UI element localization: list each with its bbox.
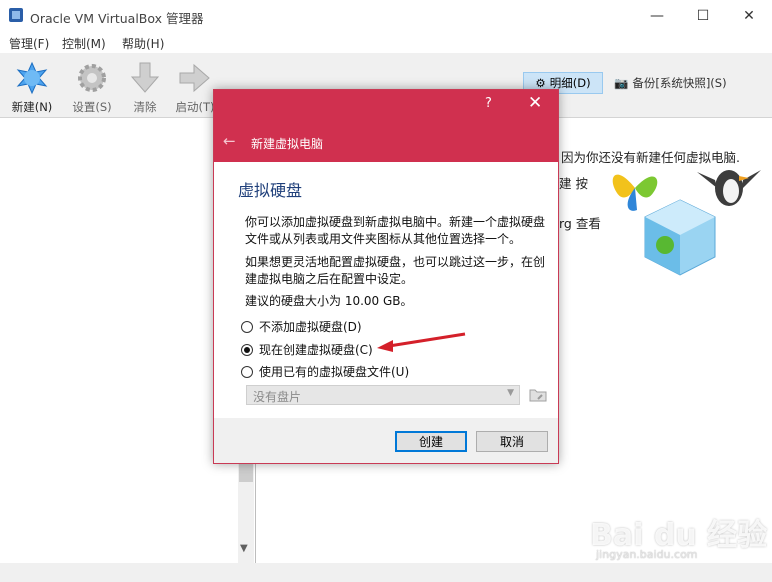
virtualbox-cube-icon (640, 195, 720, 288)
scroll-down-icon[interactable]: ▼ (240, 543, 248, 554)
settings-label: 设置(S) (72, 100, 112, 114)
create-button[interactable]: 创建 (395, 431, 467, 452)
radio-no-disk[interactable]: 不添加虚拟硬盘(D) (241, 318, 362, 335)
disk-file-select-value: 没有盘片 (253, 390, 302, 404)
snapshots-button[interactable]: 📷 备份[系统快照](S) (614, 72, 727, 94)
radio-existing-disk[interactable]: 使用已有的虚拟硬盘文件(U) (241, 363, 409, 380)
cancel-button[interactable]: 取消 (476, 431, 548, 452)
intro-text: 你可以添加虚拟硬盘到新虚拟电脑中。新建一个虚拟硬盘文件或从列表或用文件夹图标从其… (245, 215, 546, 246)
chevron-down-icon: ▼ (507, 388, 514, 398)
radio-existing-disk-label: 使用已有的虚拟硬盘文件(U) (259, 365, 410, 379)
radio-create-disk[interactable]: 现在创建虚拟硬盘(C) (241, 341, 373, 358)
welcome-line-2: 建 按 (559, 176, 588, 191)
radio-no-disk-indicator[interactable] (241, 320, 253, 333)
window-title: Oracle VM VirtualBox 管理器 (30, 11, 204, 26)
skip-hint-text: 如果想更灵活地配置虚拟硬盘，也可以跳过这一步，在创建虚拟电脑之后在配置中设定。 (245, 255, 546, 286)
discard-label: 清除 (133, 100, 157, 114)
right-arrow-icon (178, 61, 212, 95)
radio-create-disk-label: 现在创建虚拟硬盘(C) (259, 343, 373, 357)
details-icon: ⚙ (535, 76, 546, 90)
menu-control[interactable]: 控制(M) (62, 35, 106, 52)
recommended-size-text: 建议的硬盘大小为 10.00 GB。 (245, 294, 413, 308)
gear-icon (75, 61, 109, 95)
maximize-button[interactable]: ☐ (680, 0, 726, 31)
menu-bar (0, 31, 772, 53)
virtualbox-app-icon (8, 7, 24, 23)
folder-icon[interactable] (529, 386, 547, 404)
dialog-close-button[interactable]: ✕ (528, 93, 542, 113)
welcome-line-3: rg 查看 (559, 216, 601, 231)
minimize-button[interactable]: — (634, 0, 680, 31)
menu-manage[interactable]: 管理(F) (9, 35, 49, 52)
disk-file-select[interactable]: 没有盘片 ▼ (246, 385, 520, 405)
new-button[interactable]: 新建(N) (7, 61, 57, 115)
back-arrow-icon[interactable]: ← (223, 132, 236, 150)
status-bar (0, 563, 772, 582)
new-star-icon (15, 61, 49, 95)
scrollbar-thumb[interactable] (239, 462, 253, 482)
new-vm-dialog: ? ✕ ← 新建虚拟电脑 虚拟硬盘 你可以添加虚拟硬盘到新虚拟电脑中。新建一个虚… (213, 89, 559, 464)
baidu-watermark-url: jingyan.baidu.com (596, 548, 698, 561)
camera-icon: 📷 (614, 76, 629, 90)
settings-button[interactable]: 设置(S) (67, 61, 117, 115)
help-button[interactable]: ? (485, 96, 492, 111)
radio-existing-disk-indicator[interactable] (241, 365, 253, 378)
menu-help[interactable]: 帮助(H) (122, 35, 164, 52)
discard-button[interactable]: 清除 (120, 61, 170, 115)
radio-no-disk-label: 不添加虚拟硬盘(D) (259, 320, 362, 334)
close-button[interactable]: ✕ (726, 0, 772, 31)
down-arrow-icon (128, 61, 162, 95)
snapshots-label: 备份[系统快照](S) (632, 76, 727, 90)
dialog-title: 新建虚拟电脑 (251, 137, 324, 151)
new-label: 新建(N) (11, 100, 53, 114)
page-heading: 虚拟硬盘 (238, 181, 303, 200)
annotation-arrow-icon (375, 332, 467, 359)
radio-create-disk-indicator[interactable] (241, 343, 253, 356)
